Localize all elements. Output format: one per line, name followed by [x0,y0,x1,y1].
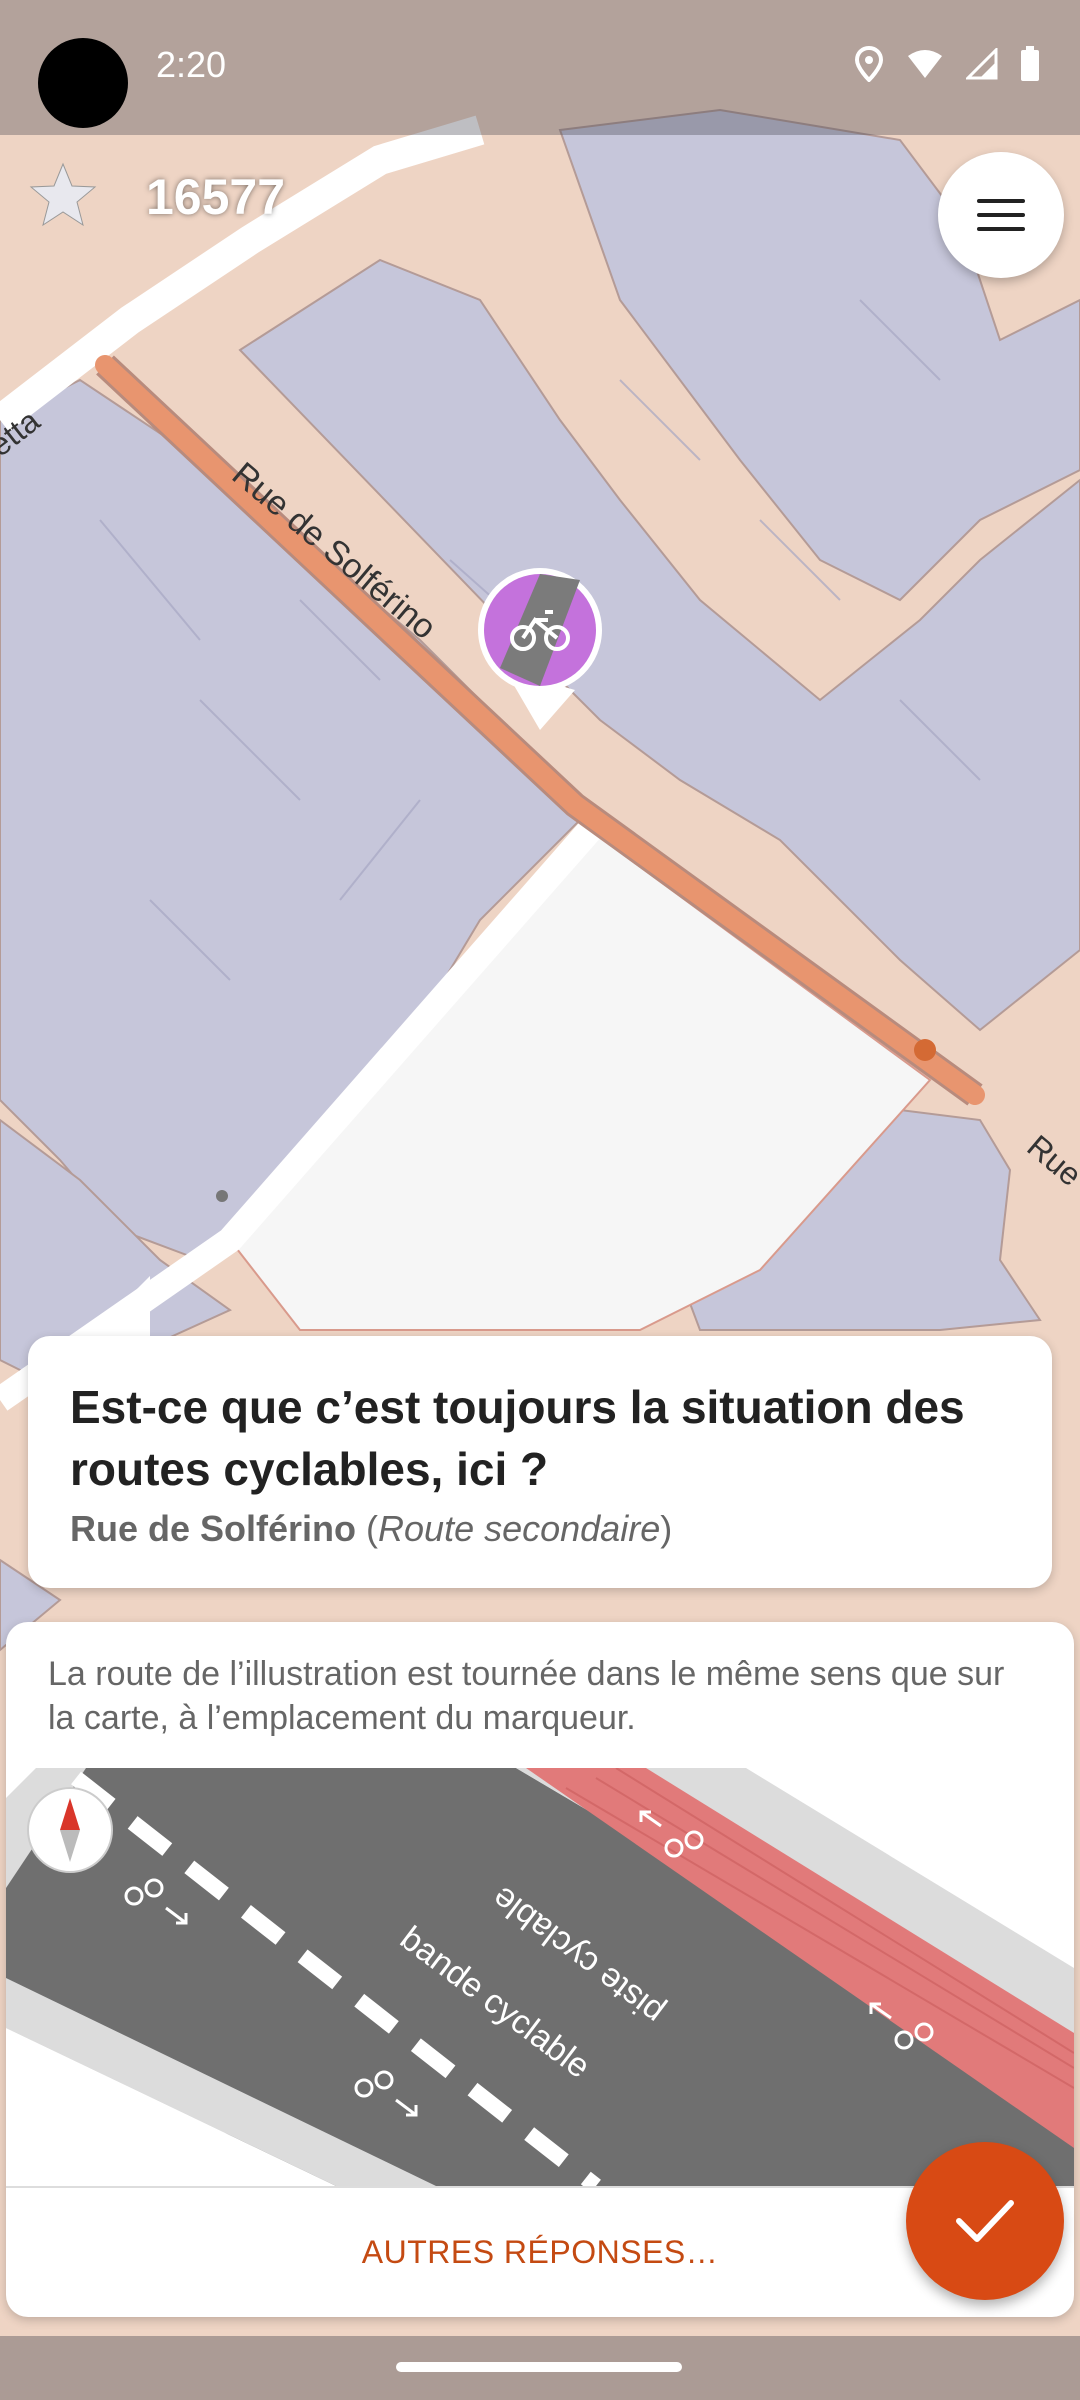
compass-icon[interactable] [27,1787,113,1873]
location-icon [854,46,884,82]
question-subtitle: Rue de Solférino (Route secondaire) [70,1508,673,1549]
battery-icon [1021,46,1039,81]
wifi-icon [908,50,942,78]
status-time: 2:20 [156,44,227,85]
gesture-handle[interactable] [396,2362,682,2372]
question-title: Est-ce que c’est toujours la situation d… [70,1381,965,1495]
street-type: Route secondaire [378,1508,661,1549]
camera-cutout [38,38,128,128]
question-pointer [84,1276,150,1342]
status-icons [854,46,1040,82]
checkmark-icon [956,2200,1014,2242]
hamburger-icon [977,199,1025,231]
illustration-description: La route de l’illustration est tournée d… [48,1655,1005,1737]
question-card: Est-ce que c’est toujours la situation d… [28,1336,1052,1588]
menu-button[interactable] [938,152,1064,278]
cycleway-illustration[interactable]: bande cyclable piste cyclable [6,1768,1074,2186]
street-name: Rue de Solférino [70,1508,357,1549]
quest-count: 16577 [146,169,286,225]
star-icon[interactable] [28,160,98,230]
signal-icon [966,48,998,80]
status-bar: 2:20 [0,0,1080,135]
confirm-button[interactable] [906,2142,1064,2300]
